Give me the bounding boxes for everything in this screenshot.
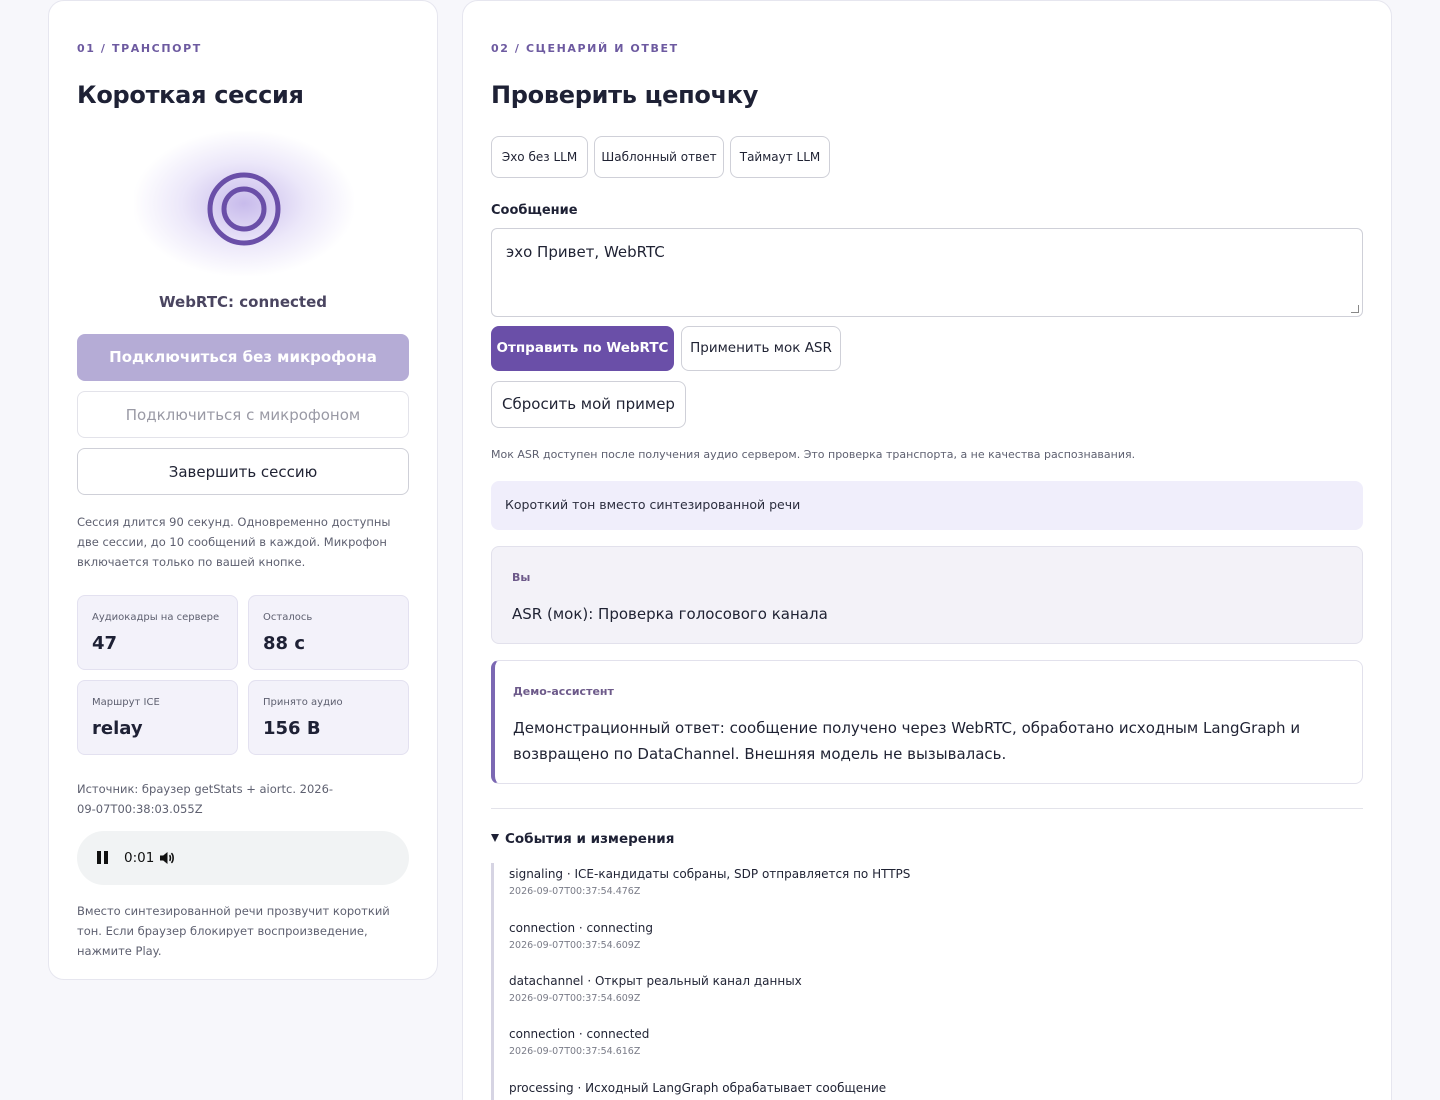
apply-mock-asr-button[interactable]: Применить мок ASR (681, 326, 841, 371)
message-value: эхо Привет, WebRTC (506, 243, 665, 261)
events-toggle[interactable]: События и измерения (491, 831, 674, 847)
message-author: Демо-ассистент (513, 685, 614, 698)
asr-note: Мок ASR доступен после получения аудио с… (491, 448, 1136, 461)
send-webrtc-button[interactable]: Отправить по WebRTC (491, 326, 674, 371)
audio-player: 0:01 (77, 831, 409, 885)
pause-icon[interactable] (97, 851, 109, 864)
stat-value: 88 с (263, 633, 305, 654)
chip-echo-no-llm[interactable]: Эхо без LLM (491, 136, 588, 178)
message-input[interactable]: эхо Привет, WebRTC (491, 228, 1363, 317)
event-item: connection · connecting 2026-09-07T00:37… (509, 921, 653, 951)
stat-label: Осталось (263, 612, 313, 623)
event-text: connection · connected (509, 1027, 650, 1041)
event-text: connection · connecting (509, 921, 653, 935)
transport-title: Короткая сессия (77, 81, 304, 109)
events-title: События и измерения (505, 831, 675, 847)
connection-status: WebRTC: connected (159, 293, 327, 311)
tone-banner: Короткий тон вместо синтезированной речи (491, 481, 1363, 530)
connection-orb (134, 131, 354, 276)
assistant-message: Демо-ассистент Демонстрационный ответ: с… (491, 660, 1363, 784)
event-text: datachannel · Открыт реальный канал данн… (509, 974, 802, 988)
chip-template-answer[interactable]: Шаблонный ответ (594, 136, 724, 178)
event-timestamp: 2026-09-07T00:37:54.609Z (509, 993, 641, 1004)
connect-without-mic-button[interactable]: Подключиться без микрофона (77, 334, 409, 381)
session-note: Сессия длится 90 секунд. Одновременно до… (77, 515, 391, 569)
message-author: Вы (512, 571, 531, 584)
event-item: connection · connected 2026-09-07T00:37:… (509, 1027, 649, 1057)
stat-ice-route: Маршрут ICE relay (77, 680, 238, 755)
stat-value: 156 B (263, 718, 321, 739)
message-label: Сообщение (491, 203, 578, 218)
tone-note: Вместо синтезированной речи прозвучит ко… (77, 904, 390, 958)
stat-label: Принято аудио (263, 697, 343, 708)
stat-audio-received: Принято аудио 156 B (248, 680, 409, 755)
signal-rings-icon (207, 172, 281, 246)
event-timestamp: 2026-09-07T00:37:54.616Z (509, 1046, 641, 1057)
scenario-card: 02 / СЦЕНАРИЙ И ОТВЕТ Проверить цепочку … (462, 0, 1392, 1100)
chip-llm-timeout[interactable]: Таймаут LLM (730, 136, 830, 178)
reset-example-button[interactable]: Сбросить мой пример (491, 381, 686, 428)
event-text: signaling · ICE-кандидаты собраны, SDP о… (509, 867, 911, 881)
stat-audio-frames: Аудиокадры на сервере 47 (77, 595, 238, 670)
audio-time: 0:01 (124, 850, 155, 866)
event-timestamp: 2026-09-07T00:37:54.609Z (509, 940, 641, 951)
resize-handle[interactable] (1351, 305, 1359, 313)
stat-value: relay (92, 718, 143, 739)
event-item: signaling · ICE-кандидаты собраны, SDP о… (509, 867, 910, 897)
connect-with-mic-button[interactable]: Подключиться с микрофоном (77, 391, 409, 438)
transport-card: 01 / ТРАНСПОРТ Короткая сессия WebRTC: c… (48, 0, 438, 980)
event-text: processing · Исходный LangGraph обрабаты… (509, 1081, 887, 1095)
disclosure-triangle-icon (491, 834, 499, 842)
scenario-title: Проверить цепочку (491, 81, 759, 109)
stat-remaining: Осталось 88 с (248, 595, 409, 670)
event-timestamp: 2026-09-07T00:37:54.476Z (509, 886, 641, 897)
stats-source: Источник: браузер getStats + aiortc. 202… (77, 782, 334, 816)
volume-icon[interactable] (158, 849, 176, 867)
end-session-button[interactable]: Завершить сессию (77, 448, 409, 495)
user-message: Вы ASR (мок): Проверка голосового канала (491, 546, 1363, 644)
transport-kicker: 01 / ТРАНСПОРТ (77, 42, 202, 55)
events-timeline-bar (491, 863, 494, 1100)
stat-label: Аудиокадры на сервере (92, 612, 220, 623)
stat-value: 47 (92, 633, 118, 654)
message-text: ASR (мок): Проверка голосового канала (512, 605, 828, 623)
divider (491, 808, 1363, 809)
event-item: datachannel · Открыт реальный канал данн… (509, 974, 802, 1004)
scenario-kicker: 02 / СЦЕНАРИЙ И ОТВЕТ (491, 42, 679, 55)
message-text: Демонстрационный ответ: сообщение получе… (513, 719, 1301, 763)
event-item: processing · Исходный LangGraph обрабаты… (509, 1081, 886, 1095)
stat-label: Маршрут ICE (92, 697, 160, 708)
